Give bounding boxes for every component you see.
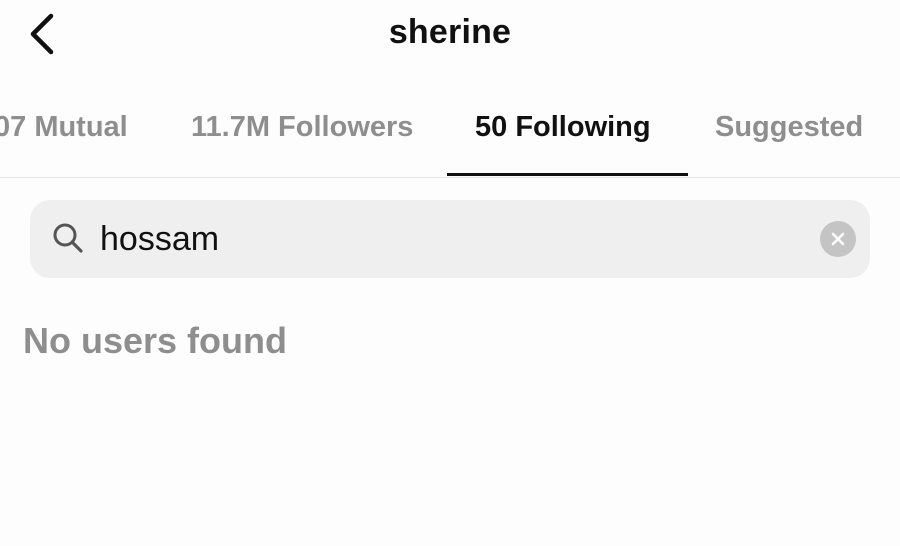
search-input[interactable] bbox=[100, 210, 800, 268]
tab-suggested[interactable]: Suggested bbox=[715, 111, 863, 144]
tab-following[interactable]: 50 Following bbox=[475, 111, 651, 144]
follow-tabs: 07 Mutual 11.7M Followers 50 Following S… bbox=[0, 95, 900, 178]
clear-icon bbox=[831, 232, 845, 246]
profile-username-title: sherine bbox=[388, 13, 512, 51]
tab-followers[interactable]: 11.7M Followers bbox=[191, 111, 413, 144]
active-tab-indicator bbox=[447, 173, 688, 176]
no-results-message: No users found bbox=[23, 320, 288, 361]
clear-search-button[interactable] bbox=[820, 221, 856, 257]
search-bar bbox=[30, 200, 870, 278]
top-bar: sherine bbox=[0, 0, 900, 70]
tab-mutual[interactable]: 07 Mutual bbox=[0, 111, 128, 144]
search-icon bbox=[53, 223, 83, 253]
